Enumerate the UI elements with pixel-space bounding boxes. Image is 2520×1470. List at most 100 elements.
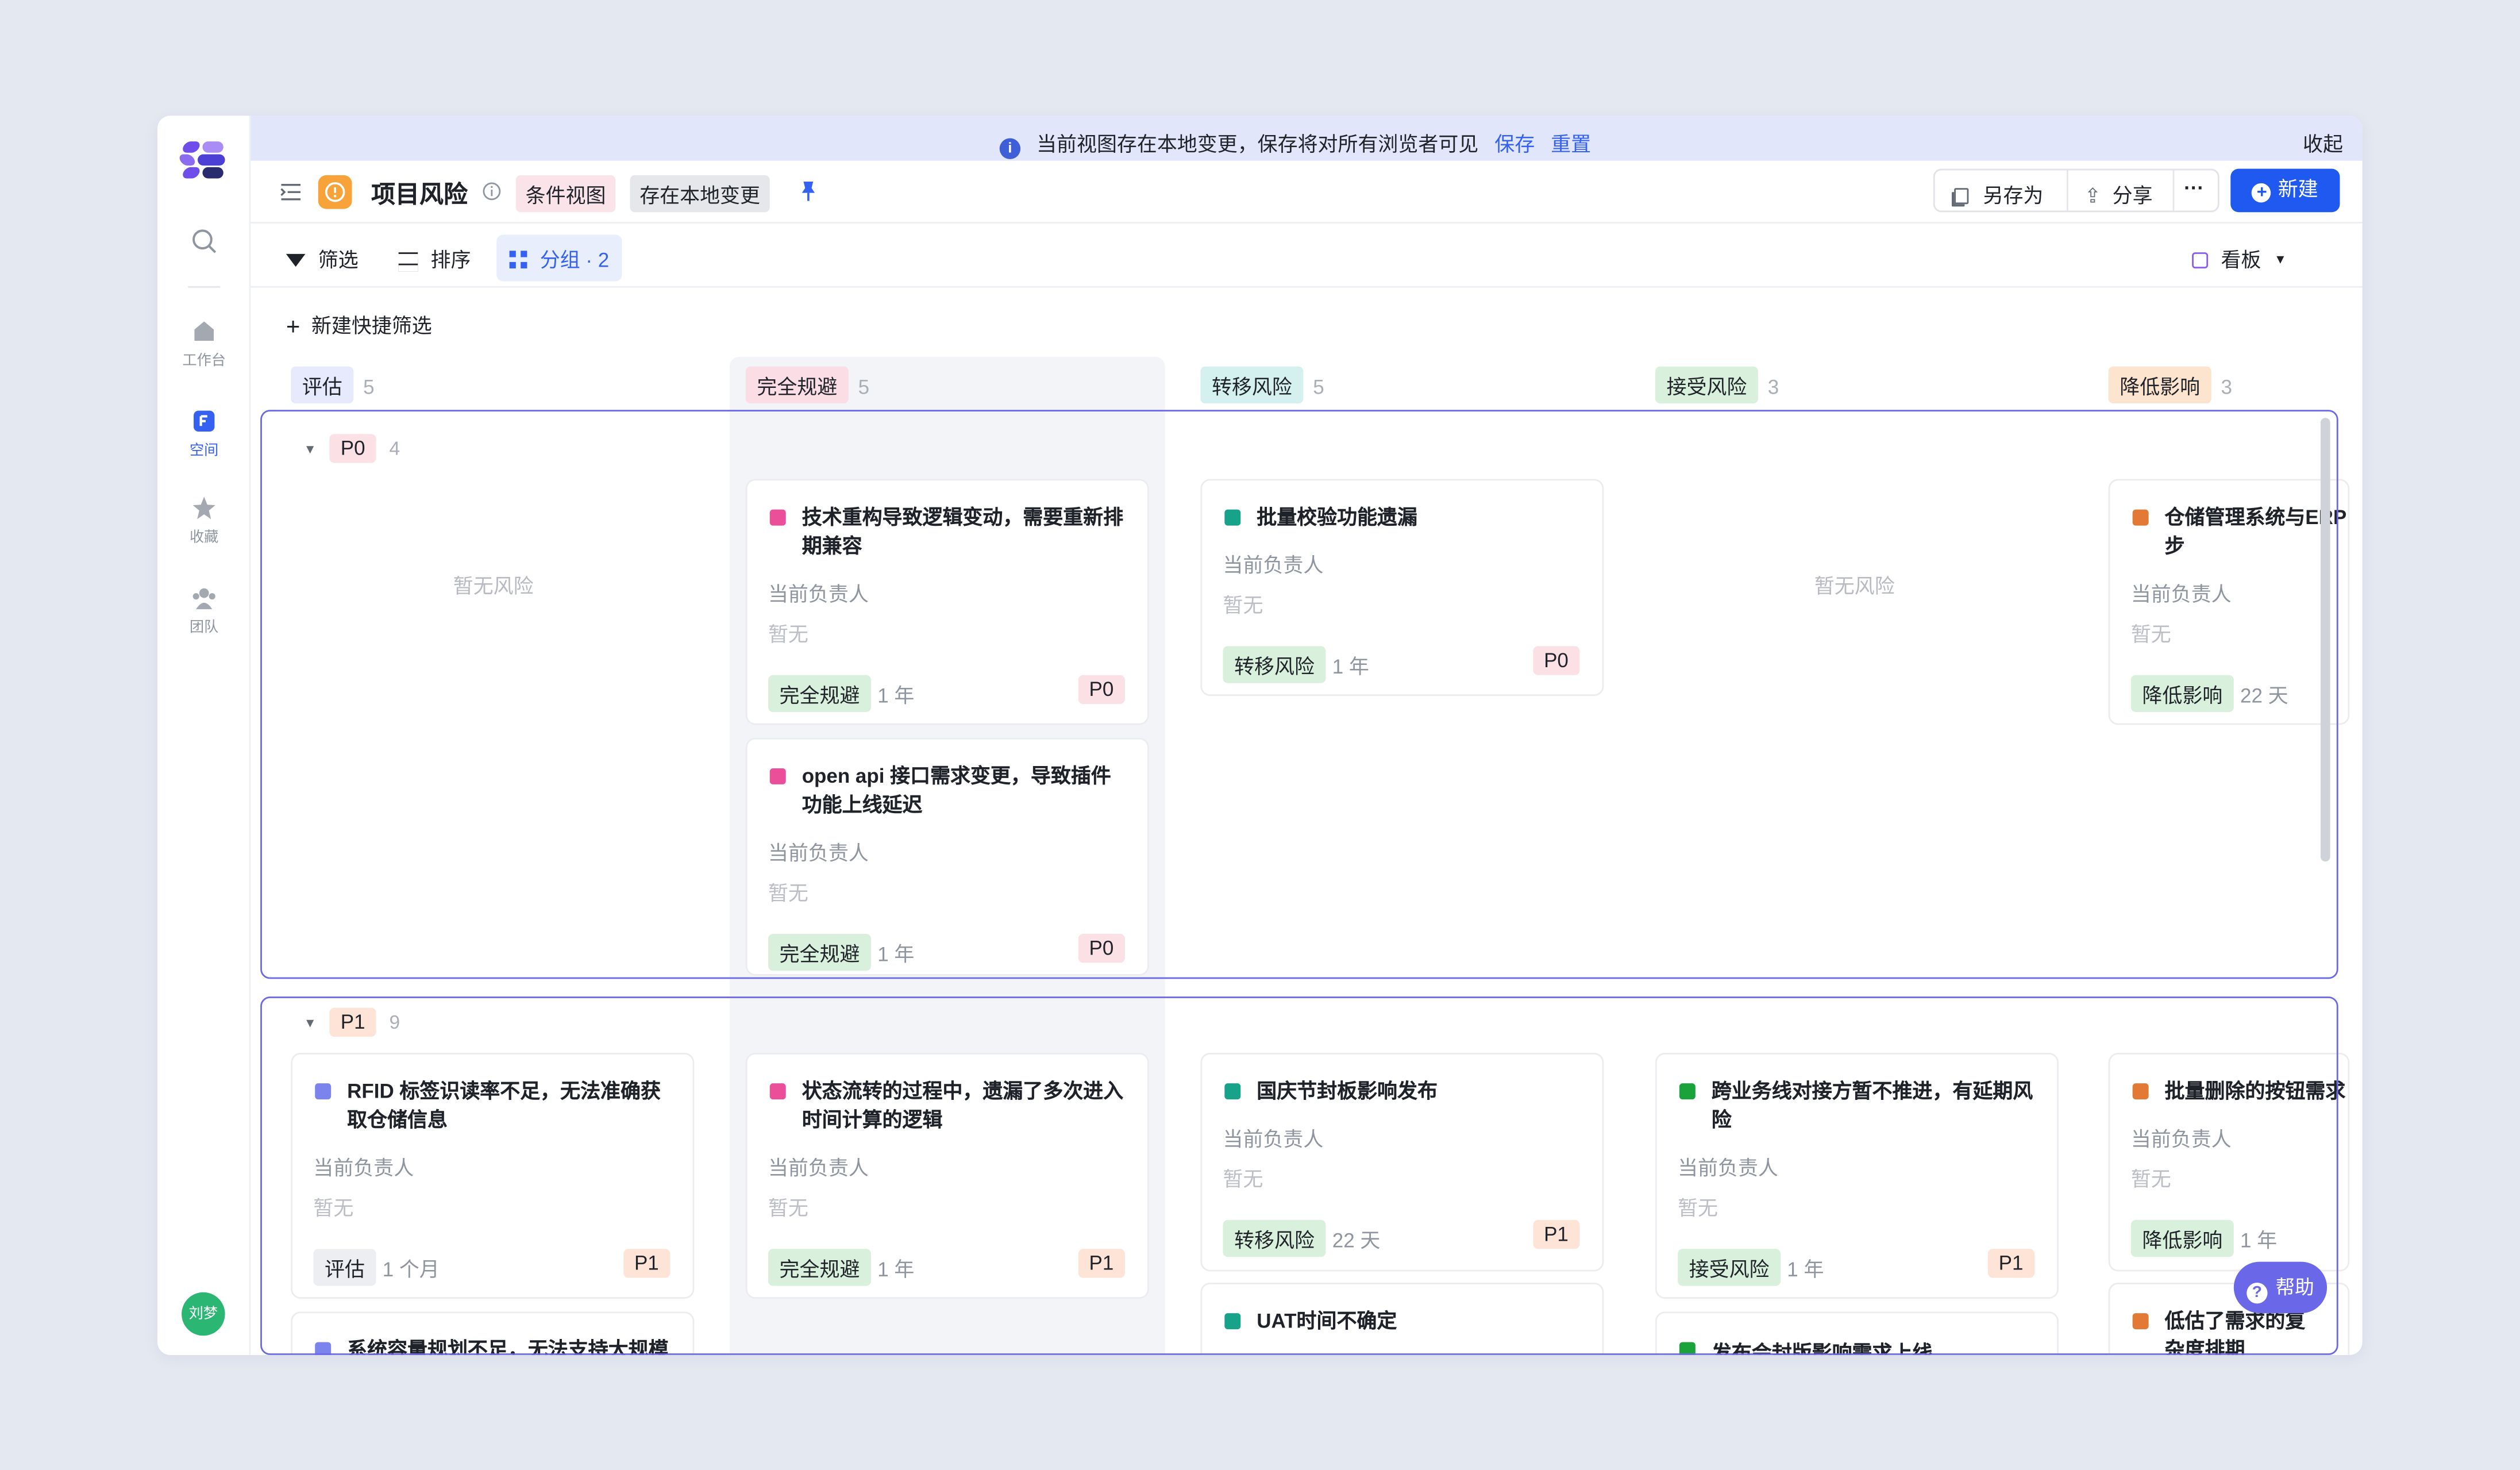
sort-label: 排序 (430, 249, 471, 272)
status-dot (1224, 1083, 1241, 1100)
local-change-tag[interactable]: 存在本地变更 (630, 175, 770, 213)
column-header[interactable]: 完全规避 5 (745, 366, 870, 404)
view-switcher[interactable]: 看板 ▼ (2192, 243, 2287, 273)
risk-card[interactable]: open api 接口需求变更，导致插件功能上线延迟 当前负责人 暂无 完全规避… (745, 737, 1149, 976)
help-icon: ? (2247, 1283, 2268, 1304)
sidebar-item-team[interactable]: 团队 (157, 585, 251, 637)
sort-button[interactable]: 排序 (398, 243, 471, 273)
risk-card[interactable]: 状态流转的过程中，遗漏了多次进入时间计算的逻辑 当前负责人 暂无 完全规避 1 年… (745, 1053, 1149, 1299)
duration: 22 天 (1332, 1229, 1381, 1252)
new-quick-filter-button[interactable]: + 新建快捷筛选 (286, 309, 432, 341)
app-logo[interactable] (178, 138, 228, 180)
group-name: P0 (329, 434, 377, 463)
avatar[interactable]: 刘梦 (182, 1292, 225, 1336)
sidebar-item-workbench[interactable]: 工作台 (157, 318, 251, 370)
view-type-tag[interactable]: 条件视图 (515, 175, 616, 213)
risk-card[interactable]: 批量删除的按钮需求 当前负责人 暂无 降低影响 1 年 (2108, 1053, 2350, 1272)
vertical-scrollbar[interactable] (2320, 418, 2330, 862)
risk-card[interactable]: 系统容量规划不足，无法支持大规模 (291, 1311, 695, 1355)
toggle-sidebar-icon[interactable] (280, 182, 302, 202)
status-dot (1224, 1313, 1241, 1330)
sidebar-divider (188, 286, 221, 288)
status-dot (2132, 1313, 2149, 1330)
card-title: 批量删除的按钮需求 (2164, 1080, 2346, 1103)
duration: 1 年 (1332, 656, 1369, 679)
risk-card[interactable]: 技术重构导致逻辑变动，需要重新排期兼容 当前负责人 暂无 完全规避 1 年 P0 (745, 479, 1149, 725)
plus-circle-icon: + (2252, 183, 2272, 203)
owner-label: 当前负责人 (768, 583, 869, 606)
quick-filter-label: 新建快捷筛选 (311, 315, 432, 338)
new-record-button[interactable]: + 新建 (2230, 168, 2340, 213)
duration: 22 天 (2240, 684, 2288, 707)
owner-value: 暂无 (1223, 594, 1263, 618)
header-action-group: 另存为 ⇪ 分享 ··· (1933, 168, 2220, 213)
status-tag: 转移风险 (1223, 646, 1326, 683)
share-button[interactable]: ⇪ 分享 (2084, 178, 2153, 209)
divider (2066, 170, 2068, 211)
collapse-banner-button[interactable]: 收起 (2303, 127, 2343, 157)
owner-label: 当前负责人 (2130, 1128, 2232, 1151)
column-name: 评估 (291, 366, 354, 404)
sidebar-item-label: 空间 (190, 442, 219, 459)
sidebar-item-favorites[interactable]: 收藏 (157, 495, 251, 547)
column-name: 转移风险 (1200, 366, 1304, 404)
sort-icon (398, 252, 418, 265)
risk-card[interactable]: RFID 标签识读率不足，无法准确获取仓储信息 当前负责人 暂无 评估 1 个月 P… (291, 1053, 695, 1299)
column-header[interactable]: 转移风险 5 (1200, 366, 1324, 404)
column-header[interactable]: 降低影响 3 (2108, 366, 2232, 404)
search-icon[interactable] (157, 228, 251, 259)
card-title: UAT时间不确定 (1257, 1310, 1397, 1333)
group-header-p1[interactable]: ▼ P1 9 (304, 1007, 400, 1037)
more-button[interactable]: ··· (2184, 177, 2204, 199)
owner-value: 暂无 (768, 624, 808, 647)
filter-label: 筛选 (318, 249, 359, 272)
owner-label: 当前负责人 (1223, 1128, 1324, 1151)
group-header-p0[interactable]: ▼ P0 4 (304, 434, 400, 463)
risk-card[interactable]: 批量校验功能遗漏 当前负责人 暂无 转移风险 1 年 P0 (1200, 479, 1604, 696)
owner-label: 当前负责人 (1223, 554, 1324, 578)
save-link[interactable]: 保存 (1494, 133, 1535, 156)
card-title: 发布会封版影响需求上线 (1711, 1342, 1933, 1355)
status-tag: 评估 (313, 1249, 376, 1286)
risk-card[interactable]: 跨业务线对接方暂不推进，有延期风险 当前负责人 暂无 接受风险 1 年 P1 (1655, 1053, 2059, 1299)
status-dot (1679, 1083, 1696, 1100)
kanban-icon (2192, 252, 2209, 269)
status-dot (769, 768, 786, 784)
status-dot (769, 509, 786, 526)
group-button[interactable]: 分组 · 2 (496, 234, 622, 282)
save-as-button[interactable]: 另存为 (1954, 178, 2043, 209)
help-button[interactable]: ? 帮助 (2233, 1261, 2328, 1314)
filter-button[interactable]: 筛选 (286, 243, 359, 273)
sidebar-item-space[interactable]: 空间 (157, 408, 251, 460)
priority-tag: P1 (1987, 1249, 2035, 1278)
column-name: 完全规避 (745, 366, 849, 404)
duration: 1 个月 (382, 1259, 440, 1282)
reset-link[interactable]: 重置 (1551, 133, 1591, 156)
risk-card[interactable]: 仓储管理系统与ERP，无法实现数据同步 当前负责人 暂无 降低影响22 天 (2108, 479, 2350, 725)
duration: 1 年 (877, 684, 915, 707)
page-title: 项目风险 (371, 182, 468, 209)
card-title: 技术重构导致逻辑变动，需要重新排期兼容 (802, 506, 1124, 558)
status-dot (315, 1342, 332, 1355)
card-title: 状态流转的过程中，遗漏了多次进入时间计算的逻辑 (802, 1080, 1124, 1132)
risk-card[interactable]: 国庆节封板影响发布 当前负责人 暂无 转移风险 22 天 P1 (1200, 1053, 1604, 1272)
column-header[interactable]: 接受风险 3 (1655, 366, 1779, 404)
owner-label: 当前负责人 (1678, 1157, 1778, 1180)
card-title: 系统容量规划不足，无法支持大规模 (347, 1338, 669, 1355)
column-count: 5 (363, 376, 375, 399)
column-count: 5 (858, 376, 870, 399)
column-header[interactable]: 评估 5 (291, 366, 375, 404)
info-circle-icon[interactable] (482, 182, 502, 201)
status-tag: 完全规避 (768, 675, 872, 713)
risk-card[interactable]: UAT时间不确定 (1200, 1283, 1604, 1355)
team-icon (192, 588, 215, 610)
status-dot (1679, 1342, 1696, 1355)
pin-icon[interactable] (799, 180, 818, 202)
view-header: 项目风险 条件视图 存在本地变更 另存为 ⇪ 分享 ··· + 新建 (251, 161, 2363, 224)
divider (2172, 170, 2175, 211)
owner-label: 当前负责人 (2130, 583, 2232, 606)
owner-label: 当前负责人 (768, 1157, 869, 1180)
duration: 1 年 (1787, 1259, 1824, 1282)
sidebar: 工作台 空间 收藏 团队 刘梦 (157, 116, 251, 1355)
risk-card[interactable]: 发布会封版影响需求上线 (1655, 1311, 2059, 1355)
